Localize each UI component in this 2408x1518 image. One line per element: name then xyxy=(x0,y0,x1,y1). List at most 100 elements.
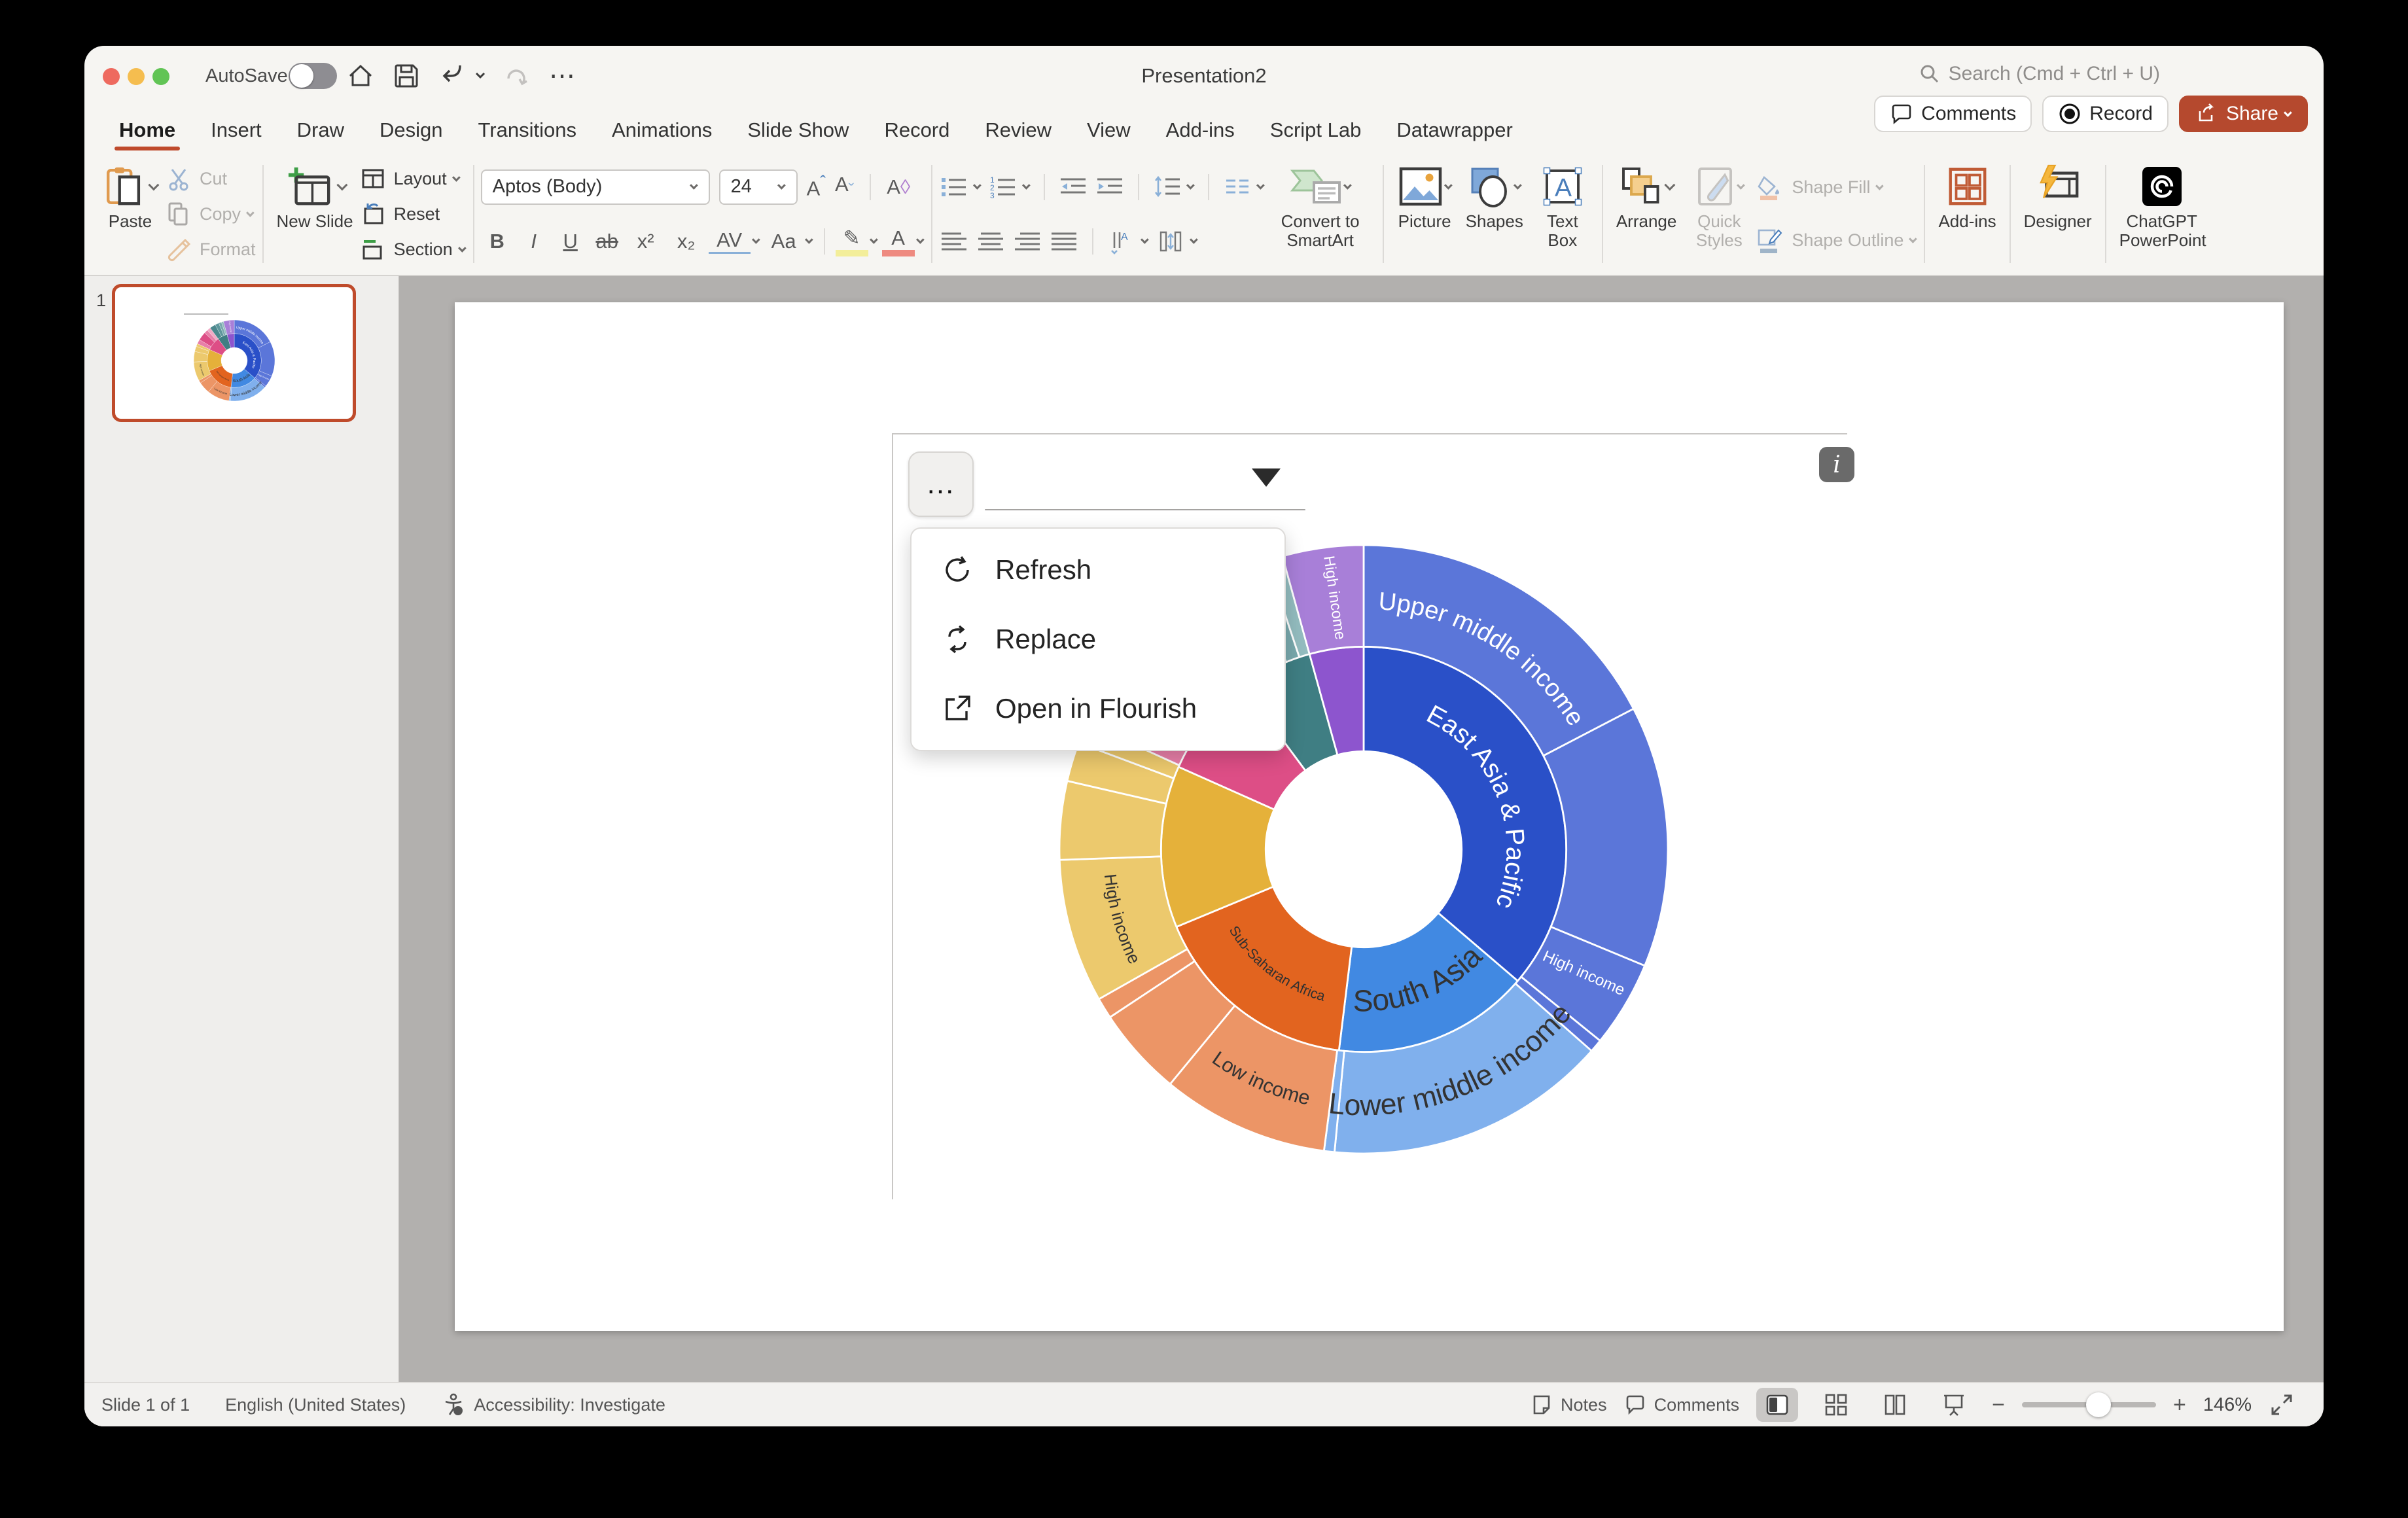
zoom-level[interactable]: 146% xyxy=(2203,1394,2252,1416)
shape-outline-label: Shape Outline xyxy=(1792,230,1903,251)
zoom-slider-knob[interactable] xyxy=(2086,1392,2111,1417)
columns-icon[interactable] xyxy=(1222,174,1252,200)
reset-button[interactable]: Reset xyxy=(360,198,467,230)
tab-view[interactable]: View xyxy=(1069,106,1148,154)
dropdown-caret-icon[interactable] xyxy=(1252,468,1281,487)
character-spacing-button[interactable]: AV xyxy=(709,228,751,254)
align-right-icon[interactable] xyxy=(1012,228,1042,255)
new-slide-button[interactable]: New Slide xyxy=(270,160,360,268)
info-button[interactable]: i xyxy=(1819,447,1854,482)
designer-button[interactable]: Designer xyxy=(2017,160,2098,268)
normal-view-button[interactable] xyxy=(1756,1388,1798,1422)
increase-indent-icon[interactable] xyxy=(1095,174,1125,200)
strikethrough-button[interactable]: ab xyxy=(591,230,624,253)
notes-toggle[interactable]: Notes xyxy=(1531,1394,1607,1416)
tab-design[interactable]: Design xyxy=(362,106,461,154)
paste-button[interactable]: Paste xyxy=(95,160,166,268)
text-box-button[interactable]: A Text Box xyxy=(1530,160,1595,268)
tab-insert[interactable]: Insert xyxy=(193,106,279,154)
comments-button[interactable]: Comments xyxy=(1874,96,2032,132)
reading-view-button[interactable] xyxy=(1874,1388,1916,1422)
tab-add-ins[interactable]: Add-ins xyxy=(1148,106,1252,154)
slide-sorter-view-button[interactable] xyxy=(1815,1388,1857,1422)
menu-item-replace[interactable]: Replace xyxy=(912,605,1284,673)
decrease-indent-icon[interactable] xyxy=(1058,174,1088,200)
zoom-in-button[interactable]: + xyxy=(2173,1392,2186,1418)
tab-home[interactable]: Home xyxy=(101,106,193,154)
tab-draw[interactable]: Draw xyxy=(279,106,362,154)
layout-icon xyxy=(360,166,386,192)
tab-review[interactable]: Review xyxy=(967,106,1069,154)
comments-toggle[interactable]: Comments xyxy=(1624,1394,1740,1416)
superscript-button[interactable]: x² xyxy=(628,230,664,253)
search-field[interactable]: Search (Cmd + Ctrl + U) xyxy=(1919,63,2160,85)
grow-font-button[interactable]: Aˆ xyxy=(807,173,826,200)
numbered-list-icon[interactable]: 123 xyxy=(988,174,1018,200)
fit-slide-icon[interactable] xyxy=(2269,1392,2295,1418)
align-text-vertical-icon[interactable] xyxy=(1156,228,1186,255)
chart-filter-dropdown[interactable] xyxy=(985,509,1305,510)
smartart-icon xyxy=(1288,163,1343,210)
tab-script-lab[interactable]: Script Lab xyxy=(1252,106,1379,154)
font-color-button[interactable]: A xyxy=(882,226,915,256)
clear-formatting-button[interactable]: A◊ xyxy=(887,175,910,199)
text-box-icon: A xyxy=(1541,165,1584,208)
tab-slide-show[interactable]: Slide Show xyxy=(730,106,866,154)
text-direction-icon[interactable]: A xyxy=(1107,228,1137,255)
arrange-button[interactable]: Arrange xyxy=(1610,160,1684,268)
chatgpt-powerpoint-button[interactable]: ChatGPT PowerPoint xyxy=(2113,160,2211,268)
highlight-color-button[interactable]: ✎ xyxy=(836,226,868,256)
font-size-select[interactable]: 24 xyxy=(719,169,798,205)
convert-smartart-button[interactable]: Convert to SmartArt xyxy=(1265,160,1376,268)
bold-button[interactable]: B xyxy=(481,230,514,253)
chatgpt-icon xyxy=(2140,165,2184,208)
paste-label: Paste xyxy=(109,212,152,231)
tab-animations[interactable]: Animations xyxy=(594,106,730,154)
format-label: Format xyxy=(200,239,256,260)
menu-item-refresh[interactable]: Refresh xyxy=(912,536,1284,604)
tab-transitions[interactable]: Transitions xyxy=(461,106,594,154)
record-button[interactable]: Record xyxy=(2042,96,2169,132)
zoom-out-button[interactable]: − xyxy=(1992,1392,2005,1418)
line-spacing-icon[interactable] xyxy=(1152,174,1182,200)
status-bar: Slide 1 of 1 English (United States) ! A… xyxy=(84,1382,2324,1426)
share-button[interactable]: Share xyxy=(2179,96,2308,132)
chevron-down-icon xyxy=(148,179,159,190)
shapes-button[interactable]: Shapes xyxy=(1459,160,1530,268)
zoom-slider[interactable] xyxy=(2022,1402,2156,1407)
bullet-list-icon[interactable] xyxy=(939,174,969,200)
layout-button[interactable]: Layout xyxy=(360,163,467,194)
menu-item-open-in-flourish[interactable]: Open in Flourish xyxy=(912,675,1284,743)
accessibility-status[interactable]: ! Accessibility: Investigate xyxy=(441,1392,665,1417)
tab-record[interactable]: Record xyxy=(866,106,967,154)
chart-frame-border xyxy=(892,433,1847,434)
comments-label: Comments xyxy=(1654,1395,1740,1415)
align-center-icon[interactable] xyxy=(976,228,1006,255)
slide-thumbnail[interactable]: Upper middle incomeEast Asia & PacificHi… xyxy=(112,284,356,422)
normal-view-icon xyxy=(1764,1392,1790,1418)
chart-options-button[interactable]: ... xyxy=(908,451,974,517)
language-selector[interactable]: English (United States) xyxy=(225,1395,406,1415)
slide-canvas[interactable]: ... i Upper middle incomeEast Asia & Pac… xyxy=(455,302,2284,1331)
shrink-font-button[interactable]: Aˇ xyxy=(835,173,854,200)
slide-counter: Slide 1 of 1 xyxy=(101,1395,190,1415)
svg-text:3: 3 xyxy=(990,191,995,200)
align-left-icon[interactable] xyxy=(939,228,969,255)
slideshow-view-button[interactable] xyxy=(1933,1388,1975,1422)
quick-styles-button: Quick Styles xyxy=(1683,160,1755,268)
font-name-select[interactable]: Aptos (Body) xyxy=(481,169,710,205)
chevron-down-icon xyxy=(458,244,467,253)
justify-icon[interactable] xyxy=(1049,228,1079,255)
tab-datawrapper[interactable]: Datawrapper xyxy=(1379,106,1530,154)
subscript-button[interactable]: x₂ xyxy=(668,230,705,253)
powerpoint-window: AutoSave ⋯ Presentation2 Search (Cmd + C… xyxy=(84,46,2324,1426)
underline-button[interactable]: U xyxy=(554,230,587,253)
italic-button[interactable]: I xyxy=(518,230,550,253)
picture-button[interactable]: Picture xyxy=(1390,160,1459,268)
section-button[interactable]: Section xyxy=(360,234,467,265)
addins-button[interactable]: Add-ins xyxy=(1932,160,2002,268)
change-case-button[interactable]: Aa xyxy=(764,230,804,253)
thumbnail-chart: Upper middle incomeEast Asia & PacificHi… xyxy=(194,320,275,401)
comment-icon xyxy=(1624,1394,1646,1416)
shape-fill-label: Shape Fill xyxy=(1792,177,1870,198)
